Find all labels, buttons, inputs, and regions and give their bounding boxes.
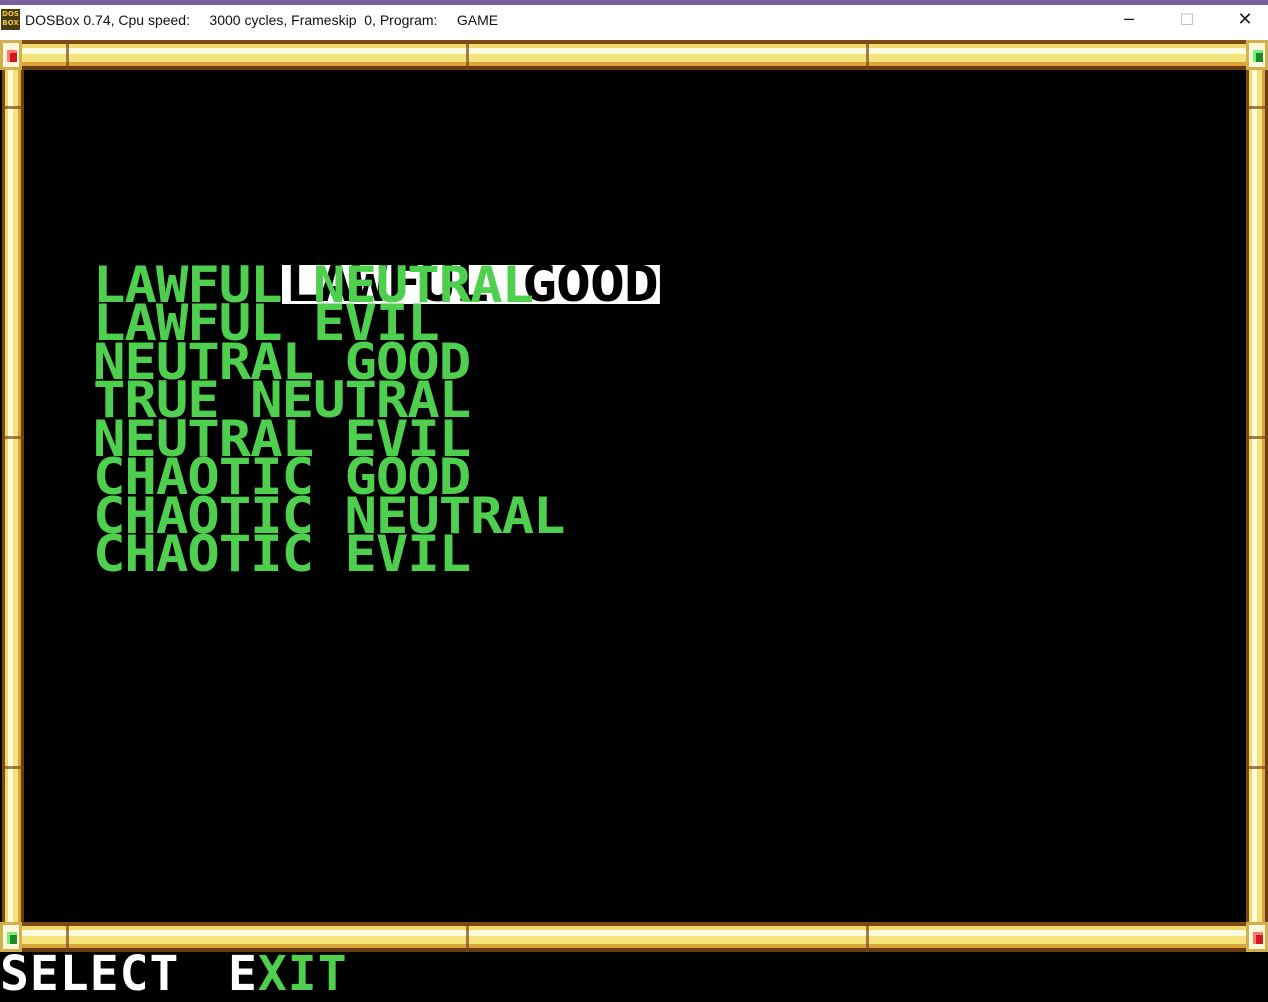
- frame-left-border: [2, 70, 24, 922]
- exit-command[interactable]: EXIT: [228, 950, 348, 998]
- game-screen[interactable]: LAWFUL GOOD LAWFUL NEUTRAL LAWFUL EVIL N…: [0, 40, 1268, 998]
- select-command[interactable]: SELECT: [0, 950, 179, 998]
- close-button[interactable]: ✕: [1216, 5, 1268, 35]
- exit-label: XIT: [257, 946, 348, 1002]
- maximize-button[interactable]: ☐: [1158, 5, 1216, 35]
- alignment-menu[interactable]: LAWFUL GOOD LAWFUL NEUTRAL LAWFUL EVIL N…: [93, 227, 660, 579]
- frame-top-border: [22, 40, 1246, 70]
- menu-item-chaotic-evil[interactable]: CHAOTIC EVIL: [93, 529, 632, 578]
- window-title: DOSBox 0.74, Cpu speed: 3000 cycles, Fra…: [25, 12, 499, 28]
- corner-gem-icon: [0, 40, 22, 70]
- dosbox-icon[interactable]: DOS BOX: [1, 9, 20, 30]
- window-titlebar[interactable]: DOS BOX DOSBox 0.74, Cpu speed: 3000 cyc…: [0, 0, 1268, 40]
- corner-gem-icon: [1246, 40, 1268, 70]
- corner-gem-icon: [1246, 922, 1268, 952]
- exit-hotkey: E: [228, 946, 258, 1002]
- frame-bottom-border: [22, 922, 1246, 952]
- frame-right-border: [1246, 70, 1268, 922]
- command-bar: SELECT EXIT: [0, 950, 1268, 998]
- minimize-button[interactable]: ─: [1100, 5, 1158, 35]
